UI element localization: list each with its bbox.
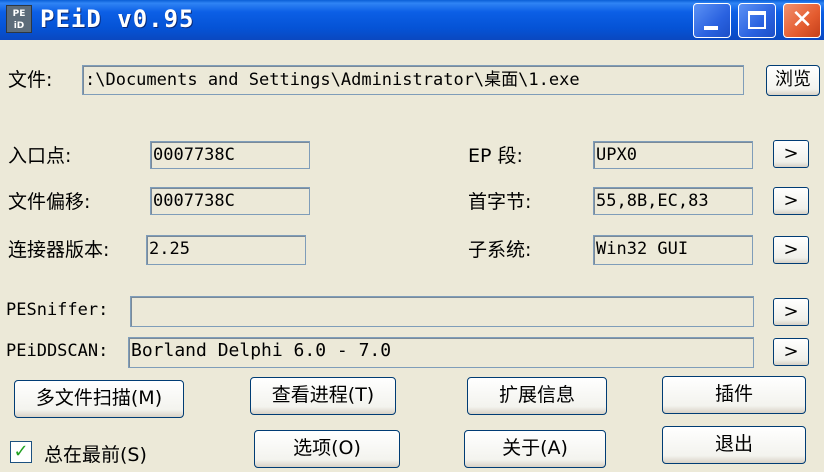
entry-point-field[interactable]: 0007738C xyxy=(150,141,310,169)
peiddscan-field[interactable]: Borland Delphi 6.0 - 7.0 xyxy=(128,337,754,368)
file-offset-field[interactable]: 0007738C xyxy=(150,187,310,215)
checkmark-icon: ✓ xyxy=(13,441,29,462)
ep-section-label: EP 段: xyxy=(468,145,523,167)
linker-version-field[interactable]: 2.25 xyxy=(146,235,306,265)
subsystem-label: 子系统: xyxy=(468,239,532,261)
minimize-button[interactable] xyxy=(693,3,731,38)
about-button[interactable]: 关于(A) xyxy=(464,430,606,468)
first-bytes-label: 首字节: xyxy=(468,191,532,213)
window-title: PEiD v0.95 xyxy=(40,5,195,33)
entry-point-label: 入口点: xyxy=(8,145,72,167)
plugins-button[interactable]: 插件 xyxy=(662,376,806,414)
maximize-button[interactable] xyxy=(738,3,776,38)
title-bar[interactable]: PE iD PEiD v0.95 ✕ xyxy=(0,0,824,40)
browse-button[interactable]: 浏览 xyxy=(766,65,820,96)
file-offset-label: 文件偏移: xyxy=(8,191,91,213)
peiddscan-label: PEiDDSCAN: xyxy=(6,341,109,361)
close-button[interactable]: ✕ xyxy=(783,3,821,38)
close-icon: ✕ xyxy=(791,5,813,35)
task-viewer-button[interactable]: 查看进程(T) xyxy=(250,377,396,415)
extended-info-button[interactable]: 扩展信息 xyxy=(467,377,607,415)
multi-file-scan-button[interactable]: 多文件扫描(M) xyxy=(14,380,184,418)
pesniffer-label: PESniffer: xyxy=(6,300,109,320)
pesniffer-arrow-button[interactable]: > xyxy=(773,298,809,326)
first-bytes-field[interactable]: 55,8B,EC,83 xyxy=(593,187,753,215)
ep-section-field[interactable]: UPX0 xyxy=(593,141,753,169)
app-icon[interactable]: PE iD xyxy=(6,5,32,33)
pesniffer-field[interactable] xyxy=(130,296,754,327)
options-button[interactable]: 选项(O) xyxy=(254,430,400,468)
linker-version-label: 连接器版本: xyxy=(8,239,110,261)
subsystem-arrow-button[interactable]: > xyxy=(773,236,809,264)
maximize-icon xyxy=(748,11,766,29)
minimize-icon xyxy=(704,26,718,30)
subsystem-field[interactable]: Win32 GUI xyxy=(593,235,753,265)
ep-section-arrow-button[interactable]: > xyxy=(773,140,809,168)
file-path-field[interactable]: :\Documents and Settings\Administrator\桌… xyxy=(82,65,744,95)
peiddscan-arrow-button[interactable]: > xyxy=(773,338,809,366)
stay-on-top-checkbox[interactable]: ✓ xyxy=(10,441,32,463)
stay-on-top-label[interactable]: 总在最前(S) xyxy=(44,440,147,467)
first-bytes-arrow-button[interactable]: > xyxy=(773,187,809,215)
exit-button[interactable]: 退出 xyxy=(662,426,806,464)
file-label: 文件: xyxy=(8,69,53,91)
